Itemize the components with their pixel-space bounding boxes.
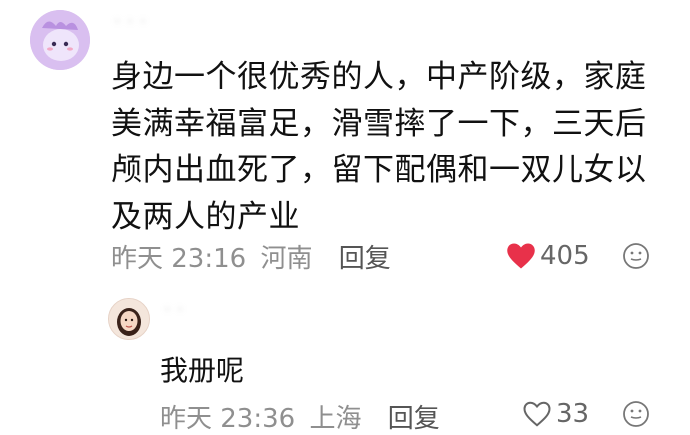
commenter-username[interactable]: · · · bbox=[115, 14, 147, 30]
comment-location: 河南 bbox=[260, 244, 313, 274]
reply-reply-button[interactable]: 回复 bbox=[388, 404, 440, 434]
reply-time: 昨天 23:36 bbox=[160, 404, 296, 434]
like-count: 405 bbox=[540, 241, 590, 271]
comment-time: 昨天 23:16 bbox=[111, 244, 247, 274]
commenter-avatar[interactable] bbox=[30, 10, 90, 70]
comment-meta: 昨天 23:16 河南 回复 bbox=[111, 238, 391, 275]
like-button[interactable]: 405 bbox=[506, 241, 590, 271]
avatar-illustration bbox=[109, 299, 149, 339]
emoji-react-button[interactable] bbox=[622, 242, 650, 274]
smile-icon bbox=[623, 243, 649, 269]
reply-button[interactable]: 回复 bbox=[339, 244, 391, 274]
reply-location: 上海 bbox=[309, 404, 362, 434]
reply-like-count: 33 bbox=[556, 399, 590, 429]
heart-filled-icon bbox=[507, 243, 535, 269]
reply-meta: 昨天 23:36 上海 回复 bbox=[160, 398, 440, 435]
replier-username[interactable]: · · bbox=[165, 302, 184, 318]
comment-text: 身边一个很优秀的人，中产阶级，家庭美满幸福富足，滑雪摔了一下，三天后颅内出血死了… bbox=[111, 59, 647, 235]
smile-icon bbox=[623, 401, 649, 427]
avatar-illustration bbox=[30, 10, 90, 70]
reply-emoji-react-button[interactable] bbox=[622, 400, 650, 432]
reply-like-button[interactable]: 33 bbox=[522, 399, 589, 429]
replier-avatar[interactable] bbox=[108, 298, 150, 340]
heart-outline-icon bbox=[523, 401, 551, 427]
reply-text: 我册呢 bbox=[160, 354, 245, 387]
